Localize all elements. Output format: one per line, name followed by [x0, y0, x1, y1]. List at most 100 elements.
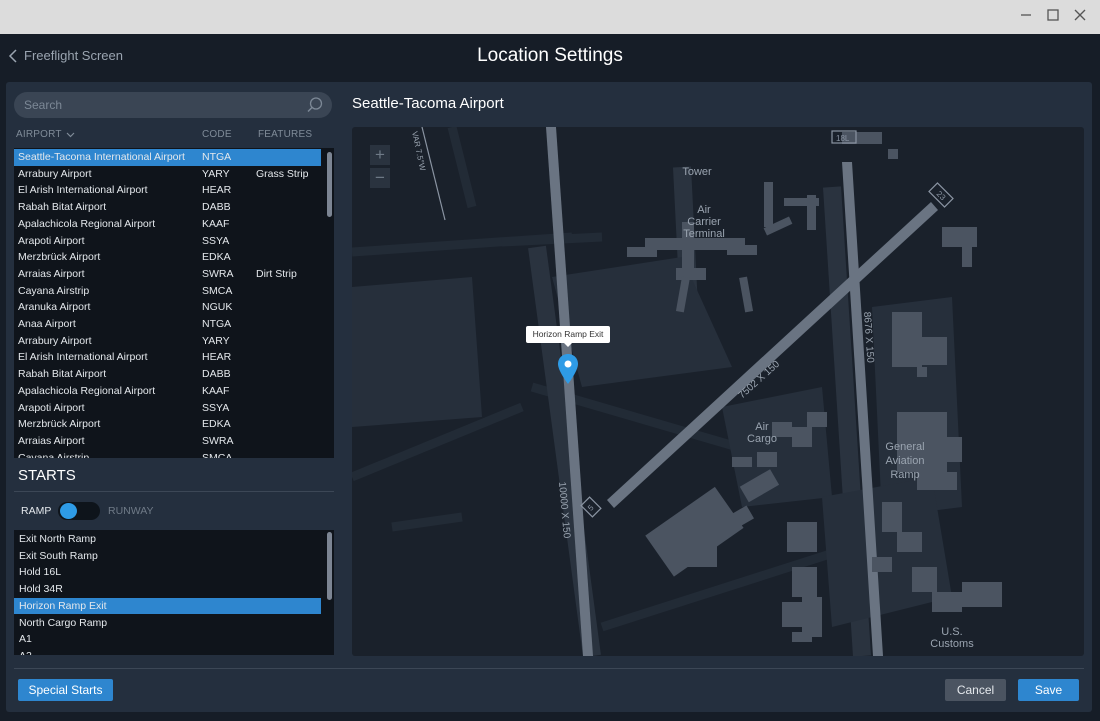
table-row[interactable]: El Arish International Airport HEAR — [14, 182, 321, 199]
map-label-ga-1: General — [885, 441, 924, 453]
maximize-icon[interactable] — [1044, 8, 1062, 26]
zoom-out-button[interactable]: − — [370, 168, 390, 188]
table-row[interactable]: Arraias Airport SWRA — [14, 433, 321, 450]
table-row[interactable]: Rabah Bitat Airport DABB — [14, 199, 321, 216]
airport-name-cell: Cayana Airstrip — [18, 284, 90, 297]
list-item[interactable]: Hold 16L — [14, 564, 321, 581]
table-row[interactable]: Rabah Bitat Airport DABB — [14, 366, 321, 383]
airport-name-cell: Rabah Bitat Airport — [18, 368, 107, 381]
map-label-terminal-3: Terminal — [683, 228, 725, 240]
list-item[interactable]: Exit North Ramp — [14, 531, 321, 548]
airport-code-cell: SMCA — [202, 451, 233, 458]
airport-name-cell: Merzbrück Airport — [18, 251, 101, 264]
airport-code-cell: DABB — [202, 201, 231, 214]
list-item[interactable]: A2 — [14, 648, 321, 655]
table-row[interactable]: Merzbrück Airport EDKA — [14, 416, 321, 433]
list-item[interactable]: Exit South Ramp — [14, 548, 321, 565]
airport-code-cell: DABB — [202, 368, 231, 381]
table-row[interactable]: Arapoti Airport SSYA — [14, 233, 321, 250]
airport-name-cell: Arapoti Airport — [18, 234, 85, 247]
search-icon[interactable] — [306, 96, 324, 114]
column-header-airport[interactable]: AIRPORT — [16, 129, 75, 140]
airport-name-cell: Anaa Airport — [18, 318, 76, 330]
airport-name-cell: Cayana Airstrip — [18, 451, 90, 458]
airport-code-cell: NGUK — [202, 301, 233, 314]
airport-code-cell: EDKA — [202, 418, 231, 431]
map-label-cargo-1: Air — [755, 421, 769, 433]
search-box[interactable] — [14, 92, 332, 118]
ramp-runway-toggle[interactable] — [58, 502, 100, 520]
column-header-code[interactable]: CODE — [202, 129, 232, 140]
main-panel: AIRPORT CODE FEATURES Cayana Airstrip SMC… — [6, 82, 1092, 712]
airport-name-cell: Aranuka Airport — [18, 301, 91, 314]
list-item[interactable]: North Cargo Ramp — [14, 615, 321, 632]
zoom-in-button[interactable]: + — [370, 145, 390, 165]
table-row[interactable]: Cayana Airstrip SMCA — [14, 450, 321, 458]
window-titlebar — [0, 0, 1100, 34]
table-row[interactable]: Arrabury Airport YARY — [14, 333, 321, 350]
table-row[interactable]: Seattle-Tacoma International Airport NTGA — [14, 149, 321, 166]
airport-code-cell: KAAF — [202, 217, 230, 230]
airport-code-cell: SMCA — [202, 284, 233, 297]
map-label-terminal-1: Air — [697, 204, 711, 216]
table-row[interactable]: Anaa Airport NTGA — [14, 316, 321, 333]
starts-list[interactable]: A2A1North Cargo RampHorizon Ramp ExitHol… — [14, 530, 334, 655]
column-header-features[interactable]: FEATURES — [258, 129, 312, 140]
map-title: Seattle-Tacoma Airport — [352, 95, 504, 112]
airport-name-cell: Arrabury Airport — [18, 334, 92, 347]
table-row[interactable]: Arapoti Airport SSYA — [14, 400, 321, 417]
airport-name-cell: Seattle-Tacoma International Airport — [18, 151, 185, 163]
ramp-label: RAMP — [21, 505, 52, 517]
list-item[interactable]: Hold 34R — [14, 581, 321, 598]
airport-name-cell: Arraias Airport — [18, 267, 85, 280]
save-button[interactable]: Save — [1018, 679, 1079, 701]
rwy-18l-text: 18L — [836, 134, 850, 143]
map-label-terminal-2: Carrier — [687, 216, 721, 228]
airport-code-cell: SSYA — [202, 401, 230, 414]
list-item[interactable]: A1 — [14, 631, 321, 648]
starts-divider — [14, 491, 334, 492]
table-row[interactable]: Merzbrück Airport EDKA — [14, 249, 321, 266]
airport-name-cell: Merzbrück Airport — [18, 418, 101, 431]
list-item[interactable]: Horizon Ramp Exit — [14, 597, 321, 615]
starts-list-scrollbar[interactable] — [327, 532, 332, 600]
table-row[interactable]: Arraias Airport SWRA Dirt Strip — [14, 266, 321, 283]
table-row[interactable]: Arrabury Airport YARY Grass Strip — [14, 166, 321, 183]
airport-code-cell: SWRA — [202, 267, 234, 280]
table-row[interactable]: Cayana Airstrip SMCA — [14, 283, 321, 300]
close-icon[interactable] — [1071, 8, 1089, 26]
table-row[interactable]: Apalachicola Regional Airport KAAF — [14, 383, 321, 400]
airport-name-cell: El Arish International Airport — [18, 184, 148, 197]
airport-code-cell: EDKA — [202, 251, 231, 264]
map-label-tower: Tower — [682, 166, 712, 178]
airport-map[interactable]: 18L 23 5 Tower Air Carrier Terminal Air … — [352, 127, 1084, 656]
chevron-down-icon — [66, 132, 75, 137]
search-input[interactable] — [24, 92, 294, 118]
airport-name-cell: Arapoti Airport — [18, 401, 85, 414]
map-label-cargo-2: Cargo — [747, 433, 777, 445]
table-row[interactable]: Apalachicola Regional Airport KAAF — [14, 216, 321, 233]
airport-list-scrollbar[interactable] — [327, 152, 332, 217]
table-row[interactable]: Aranuka Airport NGUK — [14, 299, 321, 316]
airport-code-cell: HEAR — [202, 184, 232, 197]
map-label-ga-2: Aviation — [886, 455, 925, 467]
minimize-icon[interactable] — [1017, 8, 1035, 26]
airport-name-cell: Apalachicola Regional Airport — [18, 384, 156, 397]
map-label-customs-2: Customs — [930, 638, 974, 650]
page-title: Location Settings — [477, 45, 623, 66]
airport-diagram: 18L 23 5 Tower Air Carrier Terminal Air … — [352, 127, 1002, 656]
runway-label: RUNWAY — [108, 505, 154, 517]
airport-code-cell: NTGA — [202, 318, 232, 330]
airport-name-cell: El Arish International Airport — [18, 351, 148, 364]
special-starts-button[interactable]: Special Starts — [18, 679, 113, 701]
airport-name-cell: Arraias Airport — [18, 434, 85, 447]
airport-list[interactable]: Cayana Airstrip SMCA Arraias Airport SWRA Me… — [14, 148, 334, 458]
location-pin-icon[interactable] — [557, 353, 579, 385]
airport-code-cell: SSYA — [202, 234, 230, 247]
starts-title: STARTS — [18, 467, 76, 484]
airport-name-cell: Arrabury Airport — [18, 167, 92, 180]
cancel-button[interactable]: Cancel — [945, 679, 1006, 701]
airport-code-cell: NTGA — [202, 151, 232, 163]
map-label-customs-1: U.S. — [941, 626, 962, 638]
table-row[interactable]: El Arish International Airport HEAR — [14, 349, 321, 366]
